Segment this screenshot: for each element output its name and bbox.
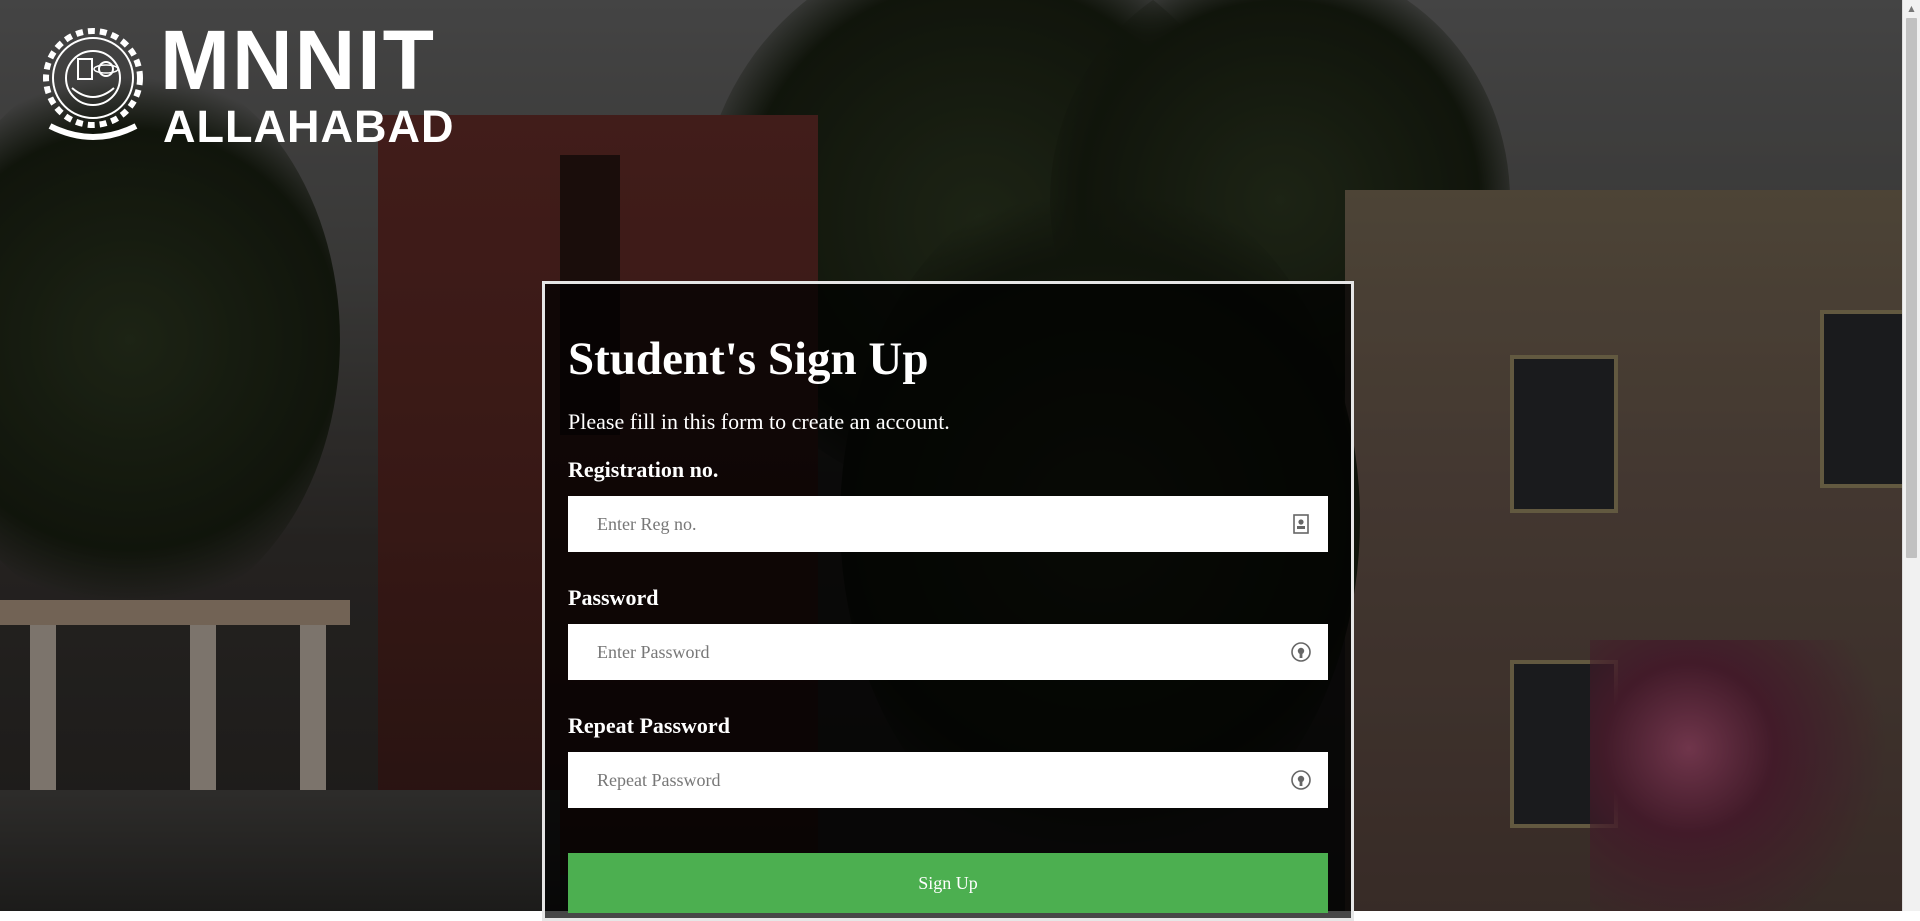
logo-wordmark: MNNIT — [160, 13, 436, 107]
password-field[interactable] — [568, 624, 1328, 680]
page-title: Student's Sign Up — [568, 333, 929, 385]
registration-label: Registration no. — [568, 457, 719, 482]
lock-icon — [1291, 642, 1311, 662]
repeat-password-input[interactable] — [568, 752, 1268, 808]
scroll-up-arrow-icon[interactable]: ▲ — [1903, 0, 1920, 17]
id-badge-icon — [1293, 514, 1309, 534]
scrollbar-thumb[interactable] — [1906, 18, 1917, 558]
sign-up-button[interactable]: Sign Up — [568, 853, 1328, 913]
form-subtitle: Please fill in this form to create an ac… — [568, 409, 950, 434]
mnnit-logo: MNNIT ALLAHABAD — [42, 13, 453, 150]
registration-input[interactable] — [568, 496, 1268, 552]
institute-seal-icon — [43, 28, 143, 140]
repeat-password-field[interactable] — [568, 752, 1328, 808]
page-scrollbar[interactable]: ▲ — [1902, 0, 1920, 911]
password-input[interactable] — [568, 624, 1268, 680]
lock-icon — [1291, 770, 1311, 790]
logo-city: ALLAHABAD — [163, 101, 455, 152]
registration-field[interactable] — [568, 496, 1328, 552]
password-label: Password — [568, 585, 659, 610]
repeat-password-label: Repeat Password — [568, 713, 730, 738]
signup-card: Student's Sign Up Please fill in this fo… — [542, 281, 1354, 921]
